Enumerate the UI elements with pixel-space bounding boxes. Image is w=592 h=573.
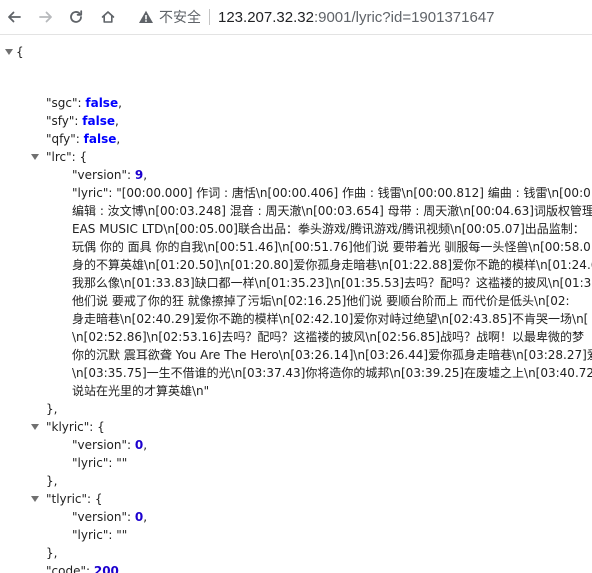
collapse-triangle-icon[interactable] [29, 493, 41, 505]
json-open-brace: { [16, 45, 24, 59]
divider [209, 9, 210, 25]
home-icon[interactable] [96, 5, 120, 29]
json-key: "version" [72, 438, 127, 452]
json-entry-klyric-version: "version": 0, [72, 438, 148, 452]
json-entry-klyric-lyric: "lyric": "" [72, 456, 128, 470]
json-entry-tlyric-version: "version": 0, [72, 510, 148, 524]
json-string-line: 编辑 : 汝文博\n[00:03.248] 混音 : 周天澈\n[00:03.6… [72, 204, 592, 218]
json-key: "code" [46, 564, 86, 573]
json-value: 0 [134, 510, 144, 524]
security-label[interactable]: 不安全 [159, 7, 201, 27]
json-value: false [82, 114, 115, 128]
json-key: "sfy" [46, 114, 75, 128]
json-string-line: 你的沉默 震耳欲聋 You Are The Hero\n[03:26.14]\n… [72, 348, 592, 362]
json-entry-lrc-lyric: "lyric": "[00:00.000] 作词 : 唐恬\n[00:00.40… [72, 184, 592, 202]
reload-icon[interactable] [64, 5, 88, 29]
json-entry-lrc-version: "version": 9, [72, 168, 148, 182]
collapse-triangle-icon[interactable] [29, 421, 41, 433]
json-entry-qfy: "qfy": false, [46, 132, 121, 146]
json-string: "[00:00.000] 作词 : 唐恬\n[00:00.406] 作曲 : 钱… [116, 186, 592, 200]
json-key: "lyric" [72, 186, 109, 200]
json-string-line: \n[02:52.86]\n[02:53.16]去吗？配吗？这褴褛的披风\n[0… [72, 330, 585, 344]
json-key: "klyric" [46, 420, 90, 434]
json-value: false [83, 132, 117, 146]
url-text[interactable]: 123.207.32.32:9001/lyric?id=1901371647 [218, 9, 495, 26]
json-entry-code: "code": 200 [46, 562, 119, 573]
json-entry-klyric: "klyric": { [46, 420, 105, 434]
address-bar[interactable]: 不安全 123.207.32.32:9001/lyric?id=19013716… [128, 5, 592, 29]
collapse-triangle-icon[interactable] [3, 46, 15, 58]
json-string: "" [116, 528, 128, 542]
json-value: 200 [93, 564, 119, 573]
json-key: "version" [72, 510, 127, 524]
json-close-brace: }, [46, 402, 58, 416]
warning-icon[interactable] [136, 7, 156, 27]
back-arrow-icon[interactable] [2, 5, 26, 29]
json-string-line: 玩偶 你的 面具 你的自我\n[00:51.46]\n[00:51.76]他们说… [72, 240, 591, 254]
url-host: 123.207.32.32 [218, 8, 314, 26]
json-entry-tlyric-lyric: "lyric": "" [72, 528, 128, 542]
collapse-triangle-icon[interactable] [29, 151, 41, 163]
json-value: 0 [134, 438, 144, 452]
json-string: "" [116, 456, 128, 470]
json-key: "version" [72, 168, 127, 182]
json-string-line: 他们说 要戒了你的狂 就像擦掉了污垢\n[02:16.25]他们说 要顺台阶而上… [72, 294, 570, 308]
json-string-line: 身的不算英雄\n[01:20.50]\n[01:20.80]爱你孤身走暗巷\n[… [72, 258, 592, 272]
json-string-line: 说站在光里的才算英雄\n" [72, 384, 210, 398]
json-value: false [85, 96, 119, 110]
forward-arrow-icon[interactable] [34, 5, 58, 29]
json-key: "lyric" [72, 528, 109, 542]
json-string-line: 身走暗巷\n[02:40.29]爱你不跪的模样\n[02:42.10]爱你对峙过… [72, 312, 589, 326]
json-viewer: { "sgc": false, "sfy": false, "qfy": fal… [0, 34, 592, 573]
json-entry-tlyric: "tlyric": { [46, 492, 103, 506]
json-key: "lyric" [72, 456, 109, 470]
json-entry-lrc: "lrc": { [46, 150, 88, 164]
json-string-line: \n[03:35.75]一生不借谁的光\n[03:37.43]你将造你的城邦\n… [72, 366, 592, 380]
url-path: :9001/lyric?id=1901371647 [313, 8, 495, 26]
json-string-line: 我那么像\n[01:33.83]缺口都一样\n[01:35.23]\n[01:3… [72, 276, 592, 290]
json-entry-sfy: "sfy": false, [46, 114, 119, 128]
json-close-brace: }, [46, 546, 58, 560]
json-value: 9 [134, 168, 144, 182]
json-key: "lrc" [46, 150, 72, 164]
json-entry-sgc: "sgc": false, [46, 96, 122, 110]
json-key: "qfy" [46, 132, 76, 146]
json-key: "sgc" [46, 96, 78, 110]
json-key: "tlyric" [46, 492, 88, 506]
json-string-line: EAS MUSIC LTD\n[00:05.00]联合出品：拳头游戏/腾讯游戏/… [72, 222, 585, 236]
json-close-brace: }, [46, 474, 58, 488]
browser-toolbar: 不安全 123.207.32.32:9001/lyric?id=19013716… [0, 0, 592, 35]
